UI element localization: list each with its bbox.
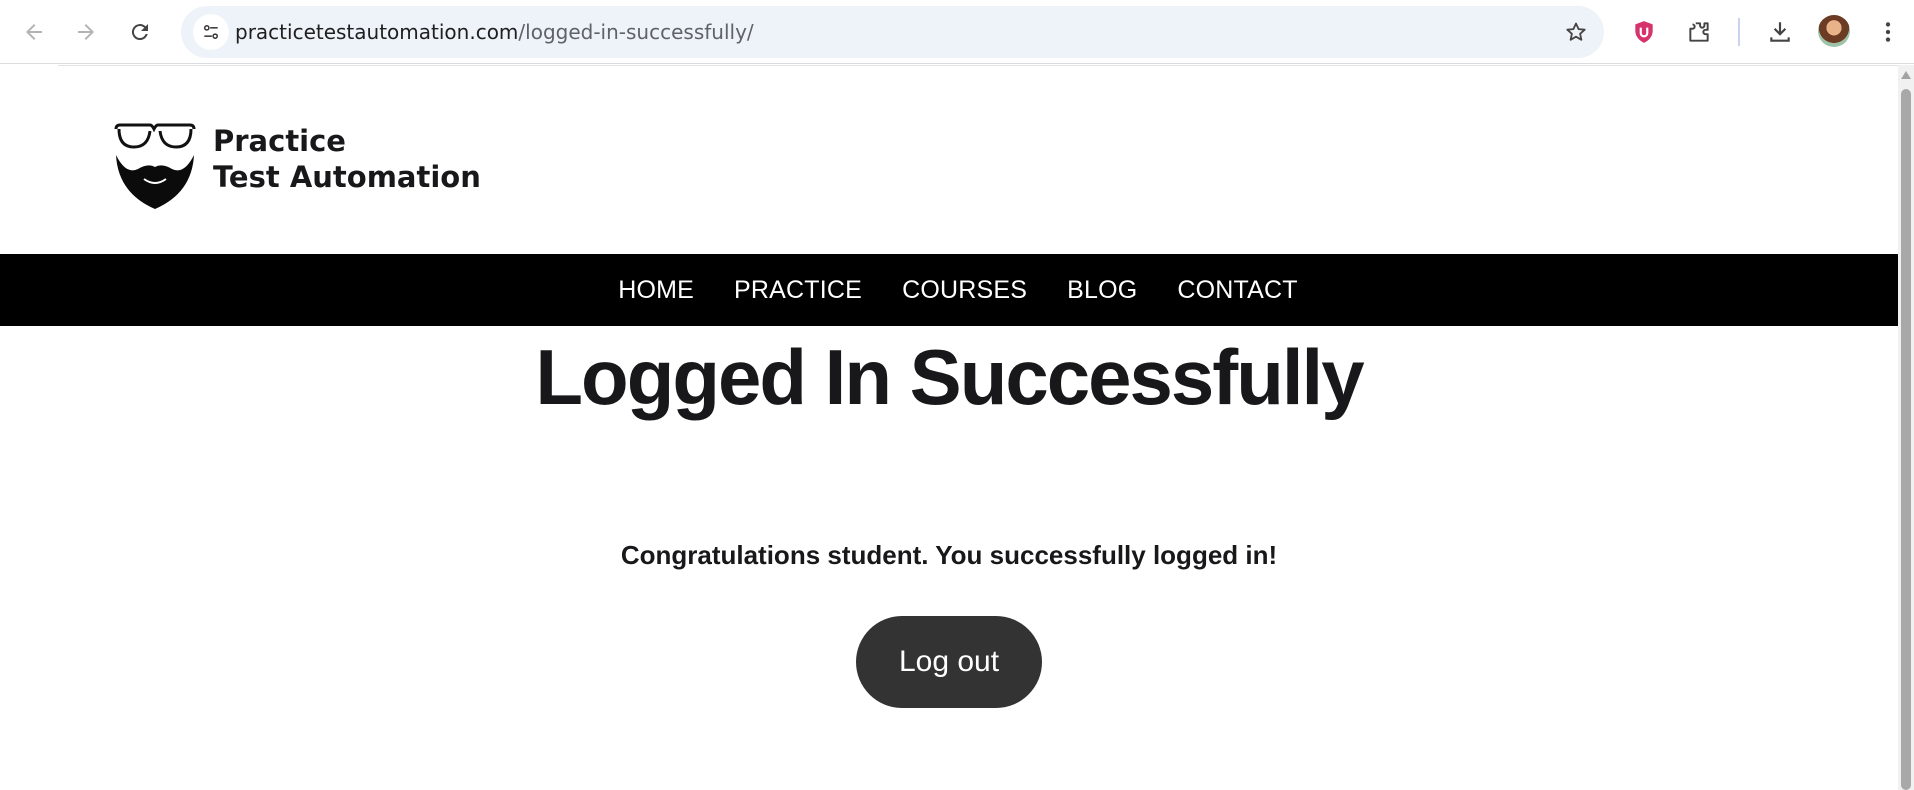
extensions-icon (1689, 22, 1709, 42)
header-rule (58, 65, 1898, 66)
address-bar[interactable]: practicetestautomation.com/logged-in-suc… (181, 6, 1604, 58)
downloads-button[interactable] (1760, 12, 1800, 52)
main-navigation: HOME PRACTICE COURSES BLOG CONTACT (0, 254, 1898, 326)
logo-line-2: Test Automation (213, 160, 481, 194)
forward-button[interactable] (66, 12, 106, 52)
page-title: Logged In Successfully (535, 333, 1364, 421)
logo-line-1: Practice (213, 124, 346, 158)
download-icon (1770, 22, 1790, 42)
logo-text: Practice Test Automation (213, 123, 481, 195)
toolbar-divider (1738, 18, 1740, 46)
nav-item-courses[interactable]: COURSES (902, 276, 1027, 305)
url-text[interactable]: practicetestautomation.com/logged-in-suc… (235, 6, 754, 58)
nav-item-contact[interactable]: CONTACT (1177, 276, 1297, 305)
reload-icon (131, 24, 148, 41)
nav-item-blog[interactable]: BLOG (1067, 276, 1137, 305)
nav-item-home[interactable]: HOME (618, 276, 694, 305)
star-icon (1566, 22, 1586, 41)
ublock-icon (1635, 21, 1653, 43)
logout-button[interactable]: Log out (856, 616, 1042, 708)
browser-toolbar: practicetestautomation.com/logged-in-suc… (0, 0, 1914, 64)
more-icon (1885, 22, 1891, 42)
page-scrollbar[interactable] (1898, 65, 1914, 790)
success-message: Congratulations student. You successfull… (620, 540, 1278, 570)
url-path: /logged-in-successfully/ (518, 20, 754, 44)
ublock-extension[interactable] (1624, 12, 1664, 52)
menu-button[interactable] (1868, 12, 1908, 52)
scroll-up-icon[interactable] (1901, 71, 1911, 79)
nav-item-practice[interactable]: PRACTICE (734, 276, 862, 305)
scrollbar-thumb[interactable] (1901, 89, 1911, 790)
site-logo[interactable]: Practice Test Automation (114, 123, 481, 223)
reload-button[interactable] (120, 12, 160, 52)
back-button[interactable] (14, 12, 54, 52)
site-info-icon (204, 25, 218, 40)
bookmark-button[interactable] (1558, 14, 1594, 50)
site-info-button[interactable] (193, 14, 229, 50)
extensions-button[interactable] (1679, 12, 1719, 52)
url-host: practicetestautomation.com (235, 20, 519, 44)
forward-icon (78, 24, 94, 40)
back-icon (26, 24, 42, 40)
glasses-beard-logo-icon (114, 123, 196, 209)
profile-avatar[interactable] (1818, 15, 1850, 47)
